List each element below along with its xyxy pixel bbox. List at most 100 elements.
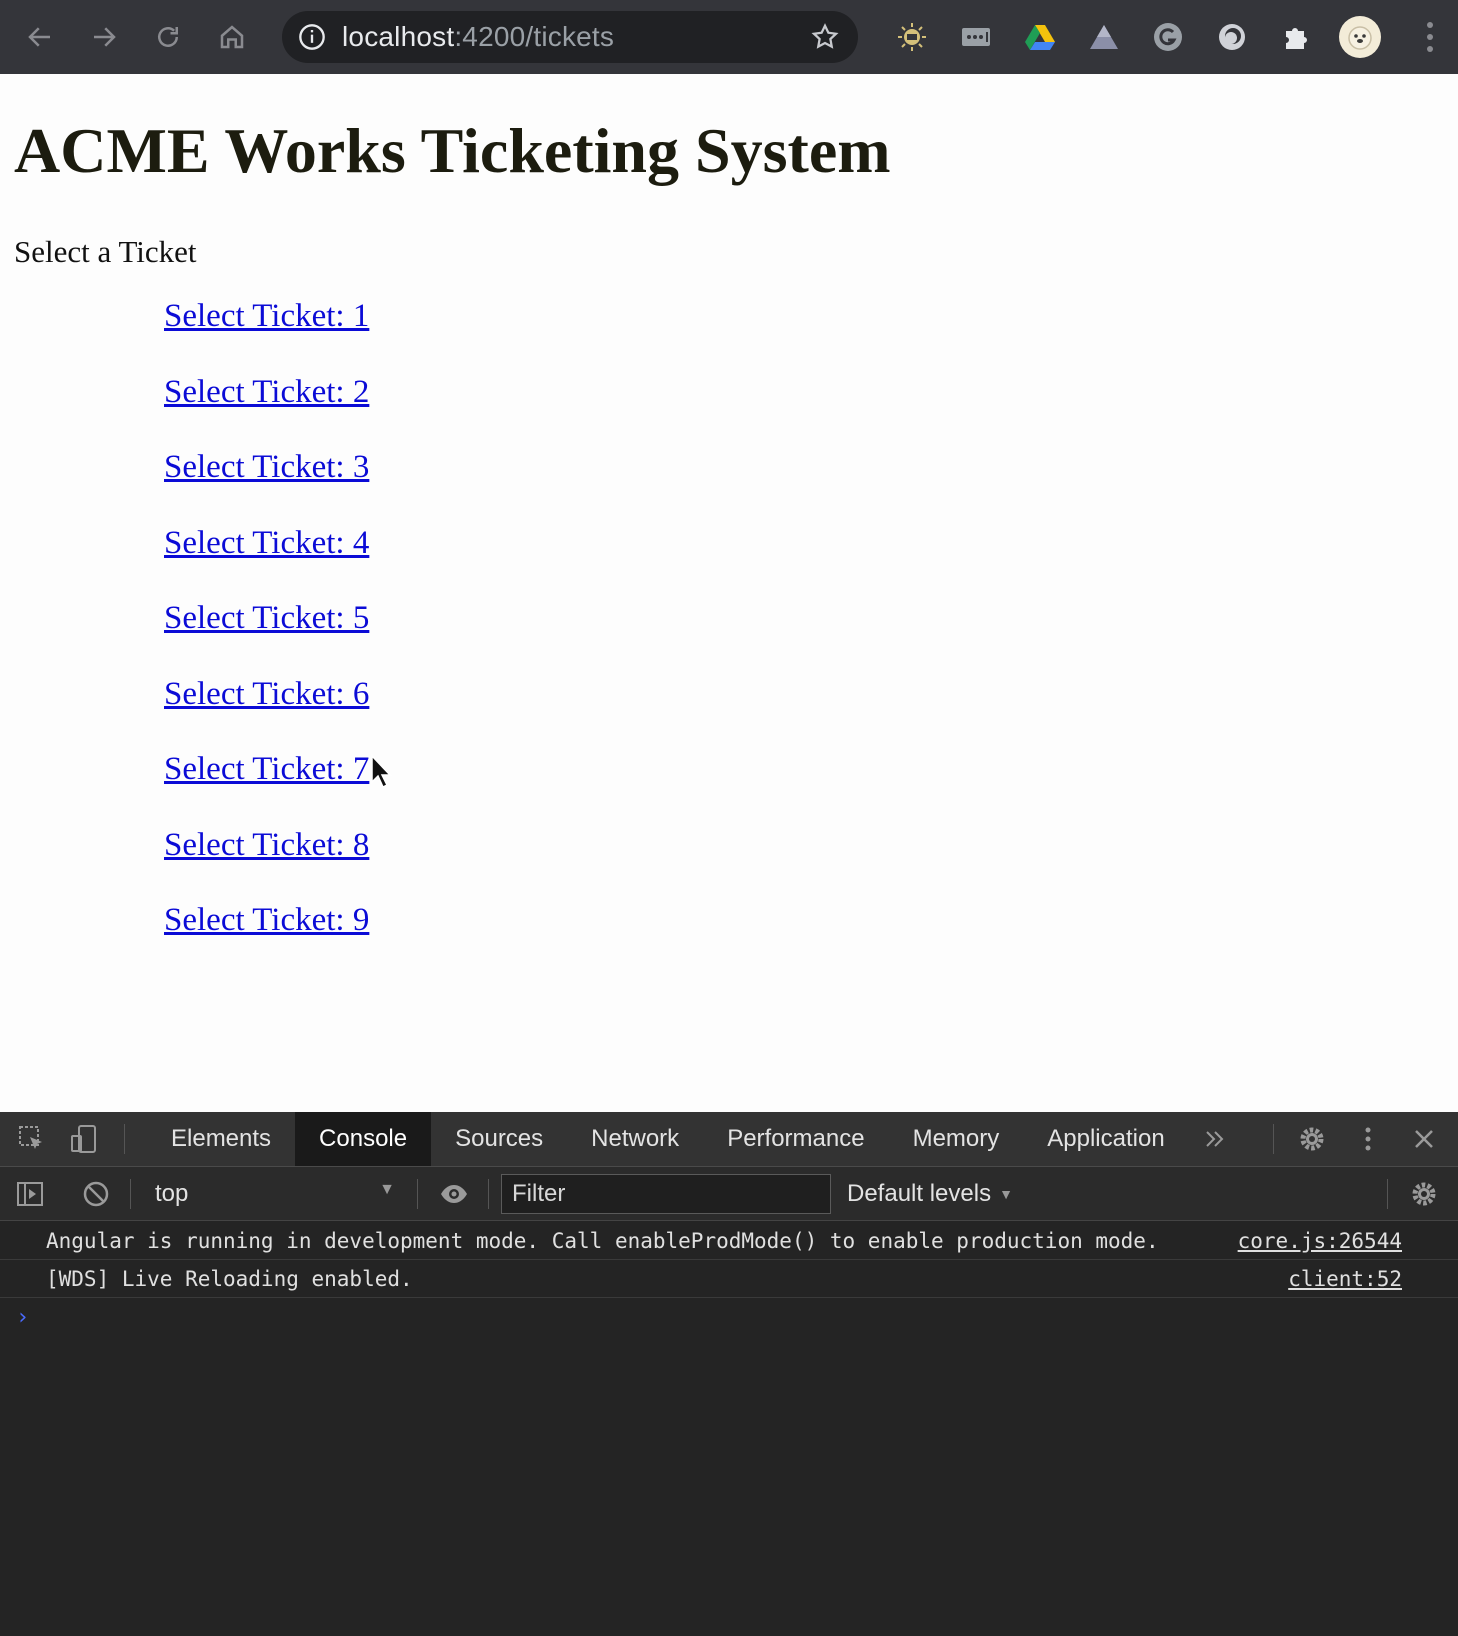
tab-application[interactable]: Application [1023, 1112, 1188, 1166]
console-message-source-link[interactable]: core.js:26544 [1238, 1222, 1402, 1259]
mouse-cursor-icon [371, 754, 392, 789]
forward-button[interactable] [72, 0, 136, 74]
tab-elements[interactable]: Elements [147, 1112, 295, 1166]
divider [488, 1178, 489, 1209]
inspect-element-button[interactable] [12, 1119, 52, 1159]
devtools-panel: Elements Console Sources Network Perform… [0, 1112, 1458, 1636]
clear-console-button[interactable] [76, 1174, 116, 1214]
ticket-link[interactable]: Select Ticket: 9 [164, 902, 369, 938]
console-message-text: Angular is running in development mode. … [46, 1228, 1159, 1253]
page-title: ACME Works Ticketing System [14, 115, 891, 186]
divider [124, 1124, 125, 1154]
console-prompt[interactable]: › [0, 1298, 1458, 1336]
extension-circle-icon [1219, 24, 1245, 50]
extension-circle-button[interactable] [1200, 0, 1264, 74]
console-message-source-link[interactable]: client:52 [1288, 1260, 1402, 1297]
ticket-link[interactable]: Select Ticket: 8 [164, 827, 369, 863]
console-output: Angular is running in development mode. … [0, 1222, 1458, 1336]
kebab-menu-icon [1365, 1127, 1371, 1151]
chevron-down-icon: ▼ [379, 1181, 395, 1198]
log-levels-label: Default levels [847, 1179, 992, 1207]
tab-memory[interactable]: Memory [889, 1112, 1024, 1166]
console-filter-input[interactable] [501, 1173, 831, 1214]
extension-sun-button[interactable] [880, 0, 944, 74]
url-host: localhost [342, 21, 455, 52]
gear-icon [1300, 1127, 1324, 1151]
inspect-element-icon [19, 1126, 42, 1149]
tab-performance[interactable]: Performance [703, 1112, 888, 1166]
bookmark-star-icon[interactable] [810, 22, 840, 52]
list-item: Select Ticket: 7 [164, 751, 369, 827]
tab-sources[interactable]: Sources [431, 1112, 567, 1166]
forward-icon [94, 27, 116, 47]
list-item: Select Ticket: 3 [164, 449, 369, 525]
home-icon [220, 25, 244, 49]
chevron-down-icon: ▼ [999, 1185, 1013, 1202]
gear-icon [1412, 1182, 1436, 1205]
list-item: Select Ticket: 5 [164, 600, 369, 676]
devtools-settings-button[interactable] [1292, 1119, 1332, 1159]
url-path: :4200/tickets [454, 21, 615, 52]
ticket-link[interactable]: Select Ticket: 2 [164, 374, 369, 410]
page-subtitle: Select a Ticket [14, 234, 197, 269]
menu-icon[interactable] [1426, 20, 1434, 54]
grammarly-icon [1154, 23, 1182, 51]
tab-network[interactable]: Network [567, 1112, 703, 1166]
divider [1273, 1124, 1274, 1154]
context-select-value: top [155, 1179, 189, 1207]
devtools-menu-button[interactable] [1348, 1119, 1388, 1159]
console-message: Angular is running in development mode. … [0, 1222, 1458, 1260]
extension-dots-button[interactable] [944, 0, 1008, 74]
reload-button[interactable] [136, 0, 200, 74]
drive-alt-button[interactable] [1072, 0, 1136, 74]
ticket-link[interactable]: Select Ticket: 4 [164, 525, 369, 561]
close-icon [1415, 1130, 1433, 1148]
extension-dots-icon [962, 28, 990, 46]
ticket-link[interactable]: Select Ticket: 3 [164, 449, 369, 485]
tab-console[interactable]: Console [295, 1112, 432, 1166]
drive-button[interactable] [1008, 0, 1072, 74]
ticket-link[interactable]: Select Ticket: 1 [164, 298, 369, 334]
grammarly-button[interactable] [1136, 0, 1200, 74]
log-levels-dropdown[interactable]: Default levels ▼ [847, 1180, 1013, 1208]
divider [1387, 1178, 1388, 1209]
console-sidebar-button[interactable] [10, 1174, 50, 1214]
list-item: Select Ticket: 2 [164, 374, 369, 450]
more-tabs-button[interactable] [1195, 1119, 1235, 1159]
list-item: Select Ticket: 4 [164, 525, 369, 601]
drive-icon [1025, 25, 1055, 50]
devtools-close-button[interactable] [1404, 1119, 1444, 1159]
devtools-tabbar: Elements Console Sources Network Perform… [0, 1112, 1458, 1167]
ticket-link[interactable]: Select Ticket: 5 [164, 600, 369, 636]
divider [130, 1178, 131, 1209]
reload-icon [158, 27, 178, 47]
back-button[interactable] [8, 0, 72, 74]
profile-button[interactable] [1328, 0, 1392, 74]
list-item: Select Ticket: 8 [164, 827, 369, 903]
extensions-button[interactable] [1264, 0, 1328, 74]
ticket-list: Select Ticket: 1 Select Ticket: 2 Select… [164, 298, 369, 978]
ticket-link[interactable]: Select Ticket: 6 [164, 676, 369, 712]
address-bar[interactable]: localhost:4200/tickets [282, 11, 858, 63]
console-settings-button[interactable] [1404, 1174, 1444, 1214]
live-expression-button[interactable] [434, 1174, 474, 1214]
browser-toolbar: localhost:4200/tickets [0, 0, 1458, 74]
clear-icon [83, 1181, 109, 1206]
home-button[interactable] [200, 0, 264, 74]
device-toolbar-button[interactable] [64, 1119, 104, 1159]
extension-sun-icon [898, 23, 926, 51]
site-info-icon[interactable] [298, 23, 326, 51]
divider [417, 1178, 418, 1209]
eye-icon [441, 1184, 467, 1203]
sidebar-toggle-icon [17, 1181, 43, 1206]
page-viewport: ACME Works Ticketing System Select a Tic… [0, 74, 1458, 1112]
profile-avatar [1339, 16, 1381, 58]
device-toolbar-icon [71, 1125, 96, 1153]
ticket-link[interactable]: Select Ticket: 7 [164, 751, 369, 787]
console-message-text: [WDS] Live Reloading enabled. [46, 1266, 413, 1291]
drive-alt-icon [1090, 25, 1118, 49]
list-item: Select Ticket: 9 [164, 902, 369, 978]
context-select[interactable]: top ▼ [139, 1167, 409, 1220]
chevron-double-right-icon [1205, 1131, 1224, 1147]
url-text[interactable]: localhost:4200/tickets [342, 21, 614, 53]
